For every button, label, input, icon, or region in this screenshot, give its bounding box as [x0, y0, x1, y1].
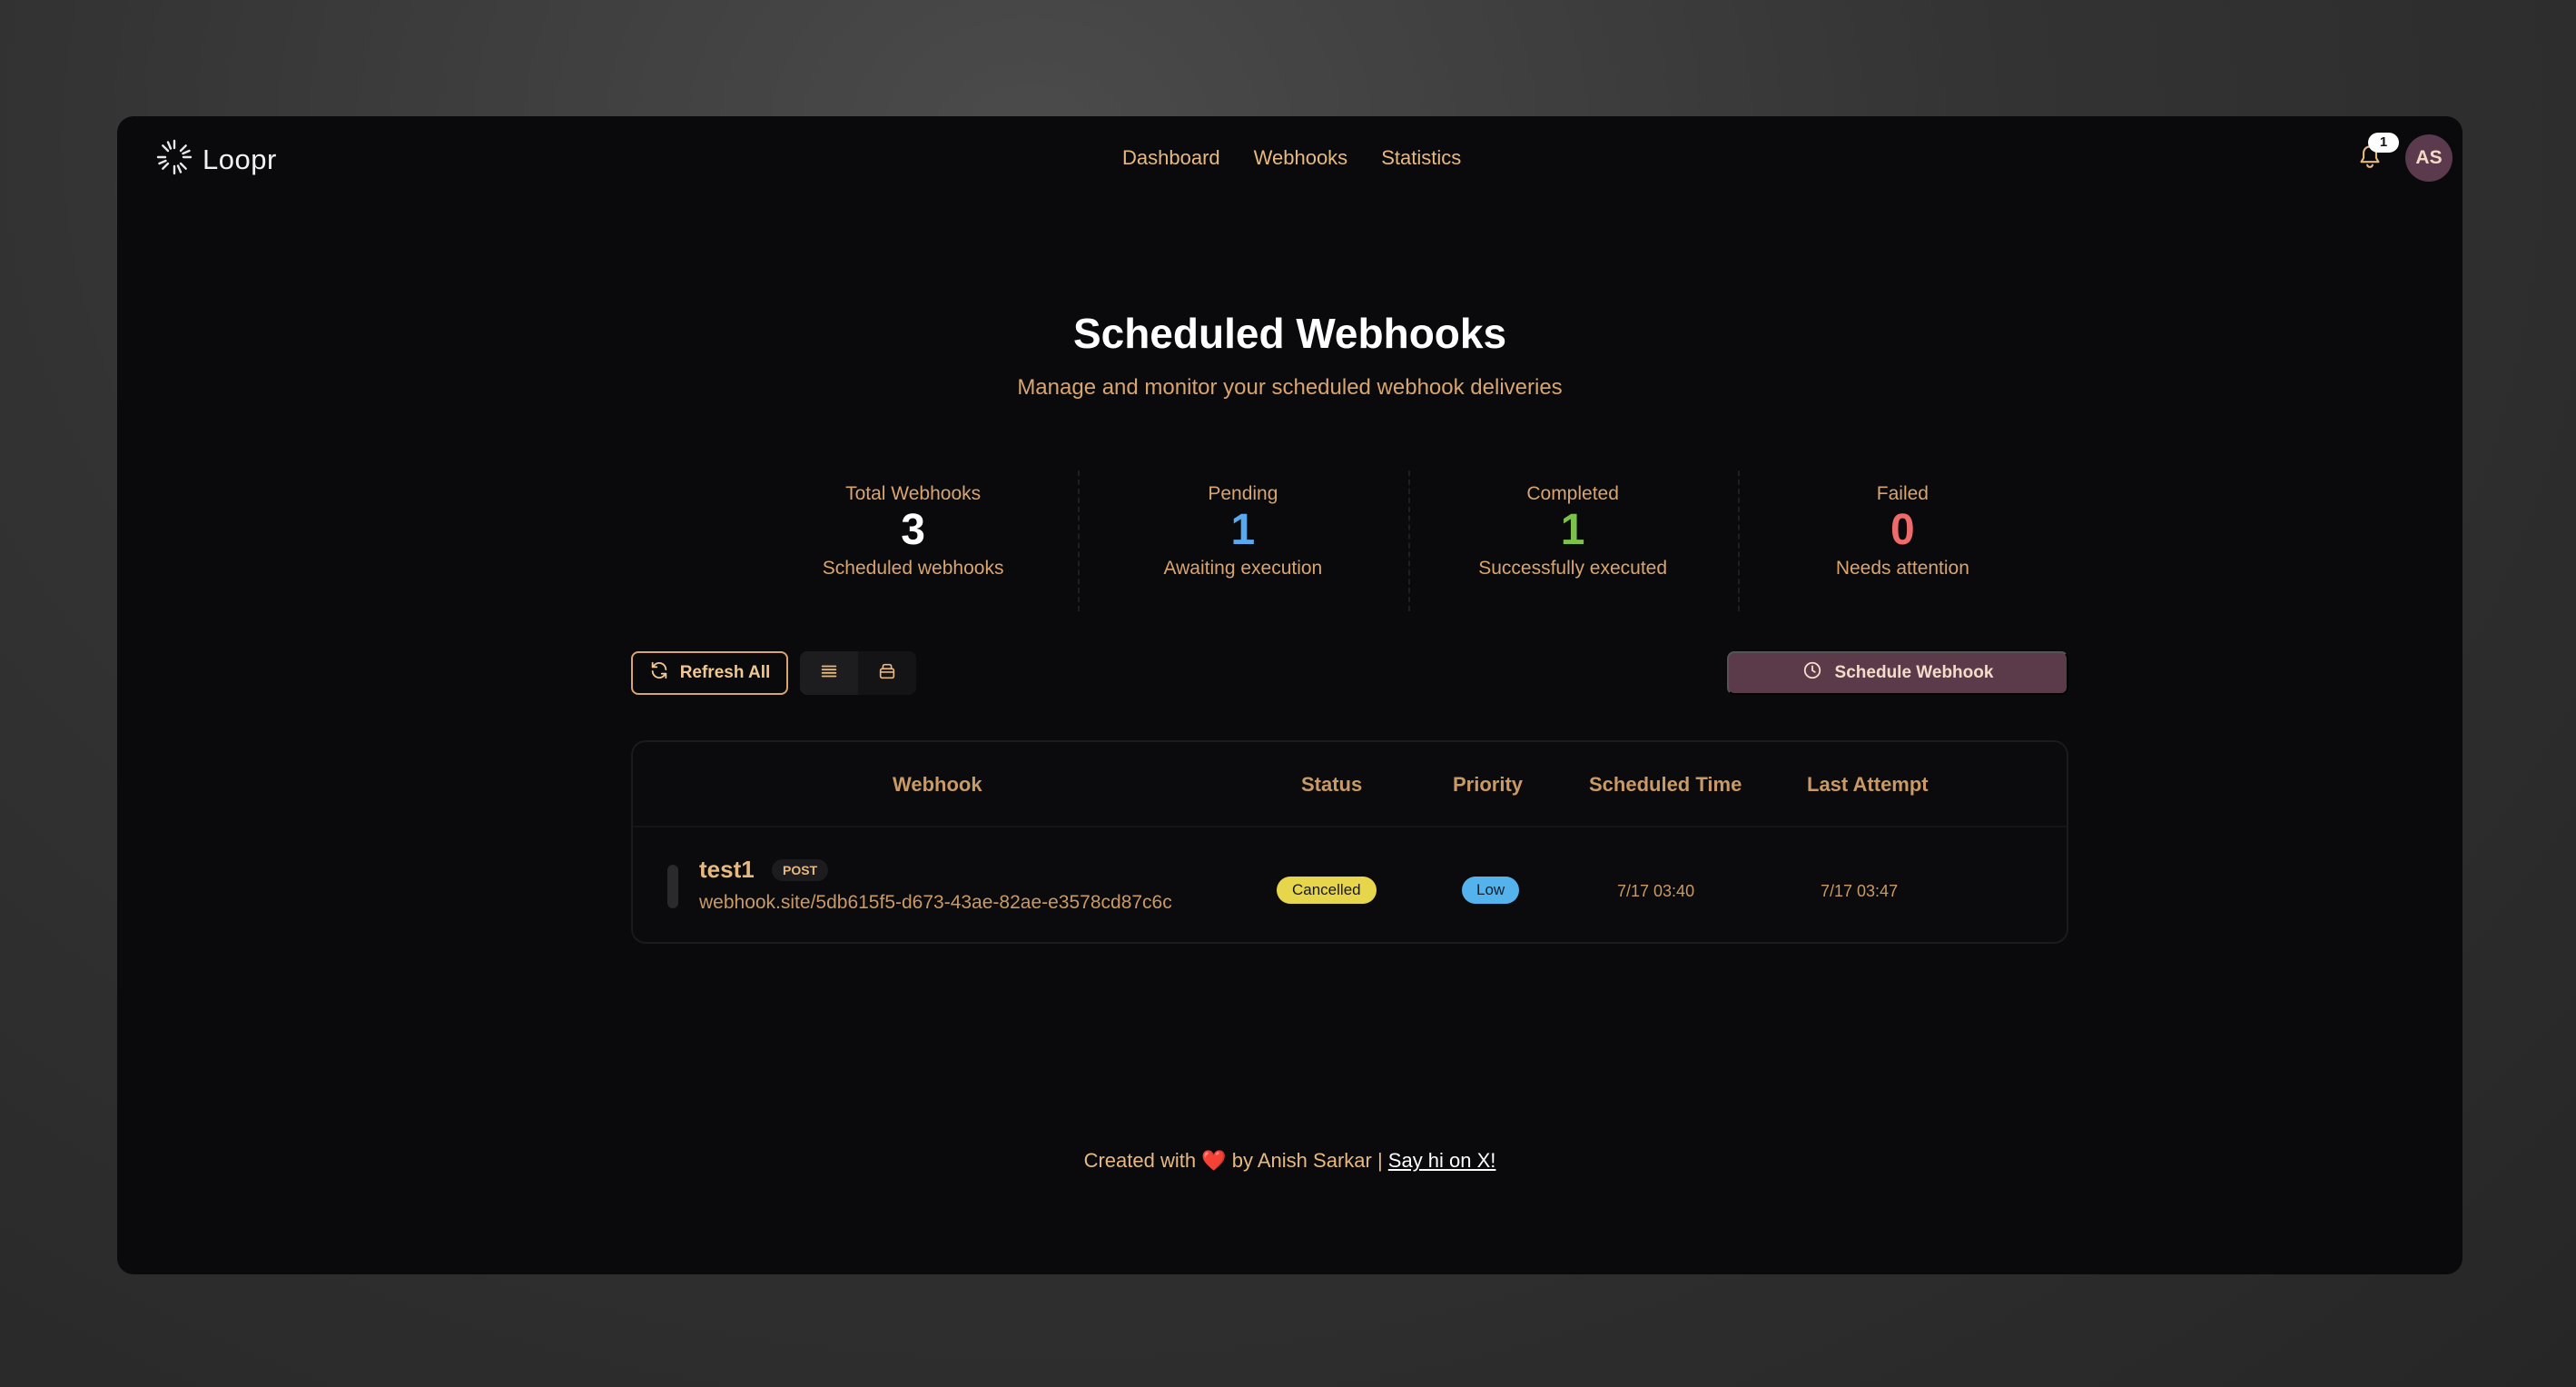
stat-completed: Completed 1 Successfully executed: [1407, 471, 1738, 611]
page-title: Scheduled Webhooks: [1072, 310, 1507, 357]
webhook-name: test1: [699, 856, 755, 883]
footer: Created with ❤️ by Anish Sarkar | Say hi…: [117, 1149, 2462, 1173]
http-method-badge: POST: [772, 859, 829, 881]
schedule-webhook-label: Schedule Webhook: [1834, 663, 1994, 682]
app-name: Loopr: [202, 143, 277, 175]
refresh-icon: [649, 660, 669, 686]
stat-label: Total Webhooks: [845, 483, 982, 504]
main-nav: Dashboard Webhooks Statistics: [1122, 146, 1461, 170]
bell-icon: [2357, 145, 2383, 174]
list-view-button[interactable]: [800, 651, 858, 695]
drag-handle[interactable]: [667, 865, 678, 908]
logo[interactable]: Loopr: [155, 138, 277, 181]
webhook-url: webhook.site/5db615f5-d673-43ae-82ae-e35…: [699, 892, 1172, 913]
nav-statistics[interactable]: Statistics: [1381, 146, 1461, 170]
clock-icon: [1802, 660, 1822, 686]
say-hi-on-x-link[interactable]: Say hi on X!: [1388, 1149, 1496, 1172]
app-window: Loopr Dashboard Webhooks Statistics 1 AS…: [117, 116, 2462, 1274]
refresh-all-label: Refresh All: [679, 663, 771, 682]
stat-failed: Failed 0 Needs attention: [1737, 471, 2068, 611]
status-badge: Cancelled: [1277, 877, 1377, 904]
footer-author: by Anish Sarkar |: [1231, 1149, 1383, 1172]
list-icon: [819, 661, 839, 686]
stat-pending: Pending 1 Awaiting execution: [1078, 471, 1407, 611]
user-avatar[interactable]: AS: [2405, 134, 2453, 182]
stat-description: Scheduled webhooks: [822, 558, 1004, 579]
heart-icon: ❤️: [1201, 1149, 1227, 1172]
loopr-logo-icon: [155, 138, 193, 181]
stat-description: Successfully executed: [1478, 558, 1668, 579]
stat-value: 3: [901, 506, 925, 554]
column-header-scheduled-time[interactable]: Scheduled Time: [1589, 773, 1742, 797]
scheduled-time-cell: 7/17 03:40: [1617, 882, 1695, 900]
notification-count-badge: 1: [2368, 133, 2399, 153]
top-navigation-bar: Loopr Dashboard Webhooks Statistics 1 AS: [117, 116, 2462, 200]
stats-summary: Total Webhooks 3 Scheduled webhooks Pend…: [748, 471, 2068, 611]
page-subtitle: Manage and monitor your scheduled webhoo…: [1017, 375, 1563, 400]
stat-description: Needs attention: [1835, 558, 1969, 579]
grid-view-button[interactable]: [858, 651, 916, 695]
refresh-all-button[interactable]: Refresh All: [631, 651, 788, 695]
stat-label: Failed: [1876, 483, 1929, 504]
column-header-priority[interactable]: Priority: [1453, 773, 1523, 797]
stat-label: Completed: [1526, 483, 1619, 504]
column-header-last-attempt[interactable]: Last Attempt: [1807, 773, 1929, 797]
nav-webhooks[interactable]: Webhooks: [1254, 146, 1348, 170]
stat-value: 0: [1890, 506, 1915, 554]
archive-box-icon: [877, 661, 897, 686]
footer-prefix: Created with: [1083, 1149, 1197, 1172]
view-mode-toggle: [800, 651, 916, 695]
header-divider: [633, 826, 2067, 827]
nav-dashboard[interactable]: Dashboard: [1122, 146, 1220, 170]
last-attempt-cell: 7/17 03:47: [1821, 882, 1899, 900]
stat-description: Awaiting execution: [1163, 558, 1323, 579]
column-header-webhook[interactable]: Webhook: [893, 773, 982, 797]
priority-badge: Low: [1462, 877, 1520, 904]
schedule-webhook-button[interactable]: Schedule Webhook: [1727, 651, 2068, 695]
column-header-status[interactable]: Status: [1301, 773, 1362, 797]
stat-value: 1: [1230, 506, 1256, 554]
stat-total-webhooks: Total Webhooks 3 Scheduled webhooks: [748, 471, 1078, 611]
stat-value: 1: [1560, 506, 1585, 554]
stat-label: Pending: [1208, 483, 1278, 504]
webhooks-table: Webhook Status Priority Scheduled Time L…: [631, 740, 2068, 944]
